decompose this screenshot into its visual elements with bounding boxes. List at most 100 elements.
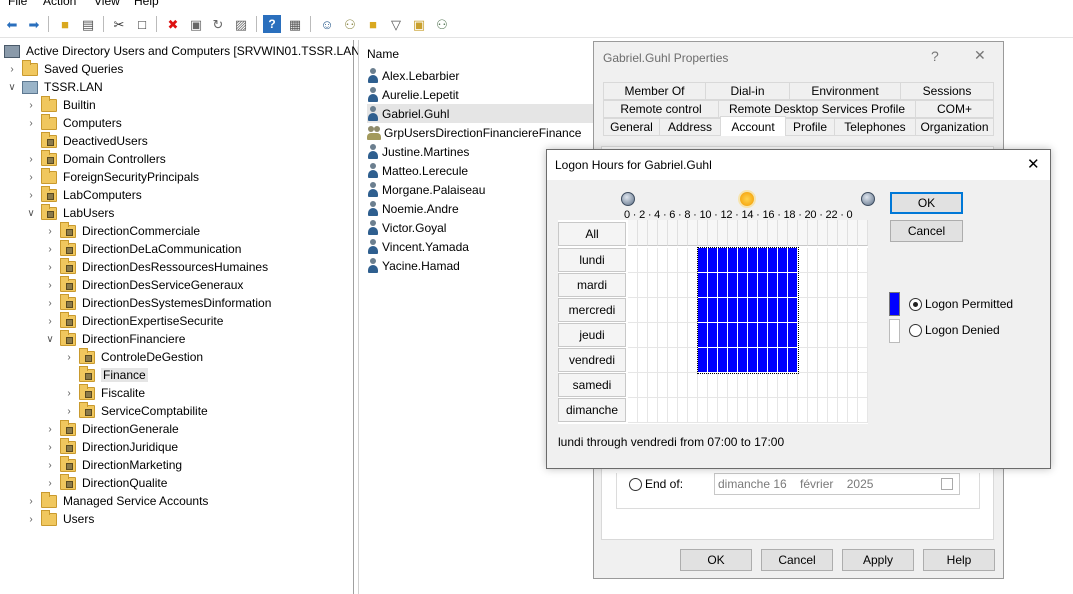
hour-column-button[interactable] — [768, 220, 778, 246]
hour-cell-denied[interactable] — [708, 373, 718, 398]
hour-cell-denied[interactable] — [688, 398, 698, 423]
chevron-right-icon[interactable]: › — [44, 478, 56, 489]
hour-cell-denied[interactable] — [798, 323, 808, 348]
tab-com-plus[interactable]: COM+ — [915, 100, 994, 118]
hour-cell-denied[interactable] — [628, 298, 638, 323]
delete-icon[interactable]: ✖ — [164, 15, 182, 33]
chevron-down-icon[interactable]: ∨ — [25, 208, 37, 219]
hour-cell-denied[interactable] — [778, 373, 788, 398]
list-item-user[interactable]: Alex.Lebarbier — [367, 66, 459, 85]
hour-cell-denied[interactable] — [838, 323, 848, 348]
tree-item[interactable]: › DirectionQualite — [44, 473, 167, 492]
hour-cell-denied[interactable] — [678, 298, 688, 323]
hour-cell-denied[interactable] — [698, 373, 708, 398]
hour-cell-denied[interactable] — [828, 273, 838, 298]
hour-cell-denied[interactable] — [848, 273, 858, 298]
chevron-right-icon[interactable]: › — [6, 64, 18, 75]
forward-arrow-icon[interactable]: ➡ — [25, 15, 43, 33]
logon-permitted-radio[interactable] — [909, 297, 922, 311]
tree-item[interactable]: DeactivedUsers — [25, 131, 148, 150]
list-item-user[interactable]: Morgane.Palaiseau — [367, 180, 485, 199]
hour-cell-denied[interactable] — [818, 348, 828, 373]
hour-cell-denied[interactable] — [828, 373, 838, 398]
clipboard-icon[interactable]: □ — [133, 15, 151, 33]
tree-item[interactable]: › DirectionDesRessourcesHumaines — [44, 257, 268, 276]
hour-cell-denied[interactable] — [628, 398, 638, 423]
hour-cell-denied[interactable] — [678, 248, 688, 273]
list-item-user[interactable]: Gabriel.Guhl — [367, 104, 593, 123]
tree-item[interactable]: › Domain Controllers — [25, 149, 166, 168]
hour-cell-denied[interactable] — [638, 248, 648, 273]
tab-address[interactable]: Address — [659, 118, 721, 136]
hour-cell-denied[interactable] — [658, 398, 668, 423]
tree-item[interactable]: ∨ DirectionFinanciere — [44, 329, 185, 348]
hour-column-button[interactable] — [848, 220, 858, 246]
day-row-button[interactable]: dimanche — [558, 398, 626, 422]
hour-cell-denied[interactable] — [808, 373, 818, 398]
tab-organization[interactable]: Organization — [915, 118, 994, 136]
new-ou-icon[interactable]: ■ — [364, 15, 382, 33]
tree-item[interactable]: › Saved Queries — [6, 59, 123, 78]
hour-cell-denied[interactable] — [628, 273, 638, 298]
hour-column-button[interactable] — [808, 220, 818, 246]
hour-cell-denied[interactable] — [648, 248, 658, 273]
chevron-down-icon[interactable]: ∨ — [6, 82, 18, 93]
hour-cell-denied[interactable] — [688, 373, 698, 398]
tree-item[interactable]: › ServiceComptabilite — [63, 401, 208, 420]
find-icon[interactable]: ▣ — [410, 15, 428, 33]
column-header-name[interactable]: Name — [367, 47, 399, 61]
day-row-button[interactable]: vendredi — [558, 348, 626, 372]
list-item-group[interactable]: GrpUsersDirectionFinanciereFinance — [367, 123, 581, 142]
tree-item[interactable]: › DirectionCommerciale — [44, 221, 200, 240]
menu-file[interactable]: File — [8, 0, 27, 8]
hour-cell-denied[interactable] — [858, 323, 868, 348]
tab-environment[interactable]: Environment — [789, 82, 901, 100]
hour-cell-denied[interactable] — [638, 398, 648, 423]
hour-cell-denied[interactable] — [798, 248, 808, 273]
hour-cell-denied[interactable] — [668, 398, 678, 423]
properties-close-icon[interactable]: ✕ — [974, 47, 986, 64]
hour-cell-denied[interactable] — [638, 298, 648, 323]
tree-item[interactable]: › LabComputers — [25, 185, 142, 204]
tree-item[interactable]: › DirectionExpertiseSecurite — [44, 311, 223, 330]
hour-cell-denied[interactable] — [658, 373, 668, 398]
chevron-right-icon[interactable]: › — [25, 514, 37, 525]
back-arrow-icon[interactable]: ⬅ — [3, 15, 21, 33]
hour-cell-denied[interactable] — [828, 398, 838, 423]
hour-cell-denied[interactable] — [678, 348, 688, 373]
chevron-right-icon[interactable]: › — [44, 298, 56, 309]
hour-cell-denied[interactable] — [678, 373, 688, 398]
refresh-icon[interactable]: ↻ — [209, 15, 227, 33]
day-row-button[interactable]: mardi — [558, 273, 626, 297]
chevron-right-icon[interactable]: › — [44, 244, 56, 255]
hour-column-button[interactable] — [668, 220, 678, 246]
chevron-right-icon[interactable]: › — [44, 316, 56, 327]
tree-item[interactable]: › ControleDeGestion — [63, 347, 203, 366]
filter-icon[interactable]: ▽ — [387, 15, 405, 33]
hour-cell-denied[interactable] — [638, 373, 648, 398]
hour-cell-denied[interactable] — [808, 398, 818, 423]
tree-item[interactable]: Finance — [63, 365, 148, 384]
hour-cell-denied[interactable] — [658, 248, 668, 273]
tree-item[interactable]: › Computers — [25, 113, 122, 132]
hour-cell-denied[interactable] — [698, 398, 708, 423]
hour-cell-denied[interactable] — [808, 248, 818, 273]
hour-cell-denied[interactable] — [858, 398, 868, 423]
hour-cell-denied[interactable] — [658, 323, 668, 348]
tree-root[interactable]: Active Directory Users and Computers [SR… — [4, 42, 363, 60]
hour-cell-denied[interactable] — [858, 298, 868, 323]
hour-cell-denied[interactable] — [838, 298, 848, 323]
hour-cell-denied[interactable] — [648, 348, 658, 373]
tree-item[interactable]: › ForeignSecurityPrincipals — [25, 167, 199, 186]
hour-column-button[interactable] — [788, 220, 798, 246]
hour-cell-denied[interactable] — [838, 398, 848, 423]
hour-cell-denied[interactable] — [838, 373, 848, 398]
hour-column-button[interactable] — [738, 220, 748, 246]
properties-ok-button[interactable]: OK — [680, 549, 752, 571]
list-item-user[interactable]: Aurelie.Lepetit — [367, 85, 459, 104]
hour-cell-denied[interactable] — [658, 348, 668, 373]
hour-column-button[interactable] — [718, 220, 728, 246]
list-item-user[interactable]: Noemie.Andre — [367, 199, 459, 218]
hour-cell-denied[interactable] — [638, 273, 648, 298]
hour-cell-denied[interactable] — [798, 348, 808, 373]
